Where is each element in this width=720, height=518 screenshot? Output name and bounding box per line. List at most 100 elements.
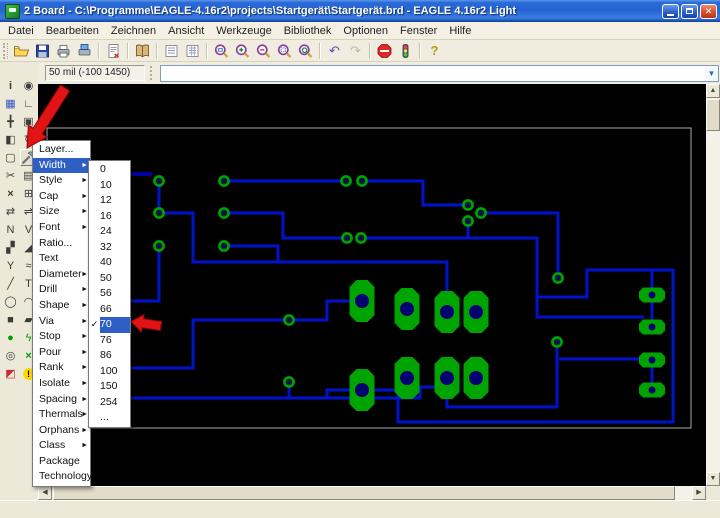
width-option-50[interactable]: 50	[89, 271, 130, 287]
menu-datei[interactable]: Datei	[2, 23, 40, 39]
restore-button[interactable]	[681, 4, 698, 19]
menu-item-orphans[interactable]: Orphans►	[33, 423, 90, 439]
move-tool-icon[interactable]: ╋	[2, 113, 19, 130]
redo-button[interactable]: ↷	[345, 41, 366, 61]
menu-bibliothek[interactable]: Bibliothek	[278, 23, 338, 39]
menu-item-stop[interactable]: Stop►	[33, 329, 90, 345]
toolbar-drag-handle[interactable]	[3, 43, 8, 59]
minimize-button[interactable]	[662, 4, 679, 19]
display-tool-icon[interactable]: ▦	[2, 95, 19, 112]
zoom-select-button[interactable]	[274, 41, 295, 61]
width-option-32[interactable]: 32	[89, 240, 130, 256]
width-option-86[interactable]: 86	[89, 348, 130, 364]
pinswap-tool-icon[interactable]: ⇄	[2, 203, 19, 220]
menu-zeichnen[interactable]: Zeichnen	[105, 23, 162, 39]
width-option-0[interactable]: 0	[89, 162, 130, 178]
circle-tool-icon[interactable]: ◯	[2, 293, 19, 310]
menu-item-font[interactable]: Font►	[33, 220, 90, 236]
library-button[interactable]	[132, 41, 153, 61]
menu-item-thermals[interactable]: Thermals►	[33, 407, 90, 423]
horizontal-scroll-thumb[interactable]	[53, 486, 675, 500]
menu-item-isolate[interactable]: Isolate►	[33, 376, 90, 392]
scroll-right-icon[interactable]: ▶	[692, 486, 706, 500]
menu-bearbeiten[interactable]: Bearbeiten	[40, 23, 105, 39]
vertical-scrollbar[interactable]: ▲ ▼	[706, 84, 720, 486]
run-script-button[interactable]	[103, 41, 124, 61]
sheet-list-button[interactable]	[182, 41, 203, 61]
delete-tool-icon[interactable]: ×	[2, 185, 19, 202]
sheet-thumbnails-button[interactable]	[161, 41, 182, 61]
commandline-drag-handle[interactable]	[150, 66, 155, 80]
group-tool-icon[interactable]: ▢	[2, 149, 19, 166]
mark-tool-icon[interactable]: ∟	[20, 95, 37, 112]
command-history-dropdown-icon[interactable]: ▼	[705, 66, 718, 81]
menu-item-pour[interactable]: Pour►	[33, 345, 90, 361]
width-option-254[interactable]: 254	[89, 395, 130, 411]
width-option-100[interactable]: 100	[89, 364, 130, 380]
help-button[interactable]: ?	[424, 41, 445, 61]
stop-button[interactable]	[374, 41, 395, 61]
width-option-70[interactable]: ✓70	[89, 317, 130, 333]
menu-item-width[interactable]: Width►	[33, 158, 90, 174]
undo-button[interactable]: ↶	[324, 41, 345, 61]
menu-item-style[interactable]: Style►	[33, 173, 90, 189]
zoom-out-button[interactable]	[253, 41, 274, 61]
via-tool-icon[interactable]: ●	[2, 329, 19, 346]
width-option-16[interactable]: 16	[89, 209, 130, 225]
name-tool-icon[interactable]: N	[2, 221, 19, 238]
vertical-scroll-thumb[interactable]	[706, 99, 720, 131]
width-option-66[interactable]: 66	[89, 302, 130, 318]
width-option-76[interactable]: 76	[89, 333, 130, 349]
menu-item-package[interactable]: Package	[33, 454, 90, 470]
hole-tool-icon[interactable]: ◎	[2, 347, 19, 364]
erc-traffic-light-button[interactable]	[395, 41, 416, 61]
menu-item-spacing[interactable]: Spacing►	[33, 392, 90, 408]
show-tool-icon[interactable]: ◉	[20, 77, 37, 94]
menu-item-shape[interactable]: Shape►	[33, 298, 90, 314]
command-input[interactable]	[161, 66, 705, 81]
menu-item-size[interactable]: Size►	[33, 204, 90, 220]
width-option-10[interactable]: 10	[89, 178, 130, 194]
wire-tool-icon[interactable]: ╱	[2, 275, 19, 292]
width-option-56[interactable]: 56	[89, 286, 130, 302]
close-button[interactable]: ✕	[700, 4, 717, 19]
cut-tool-icon[interactable]: ✂	[2, 167, 19, 184]
menu-item-cap[interactable]: Cap►	[33, 189, 90, 205]
menu-item-rank[interactable]: Rank►	[33, 360, 90, 376]
width-option-40[interactable]: 40	[89, 255, 130, 271]
menu-item-diameter[interactable]: Diameter►	[33, 267, 90, 283]
menu-item-layer[interactable]: Layer...	[33, 142, 90, 158]
smash-tool-icon[interactable]: ▞	[2, 239, 19, 256]
rect-tool-icon[interactable]: ■	[2, 311, 19, 328]
menu-item-class[interactable]: Class►	[33, 438, 90, 454]
scroll-left-icon[interactable]: ◀	[38, 486, 52, 500]
scroll-down-icon[interactable]: ▼	[706, 472, 720, 486]
width-option-24[interactable]: 24	[89, 224, 130, 240]
width-option-150[interactable]: 150	[89, 379, 130, 395]
menu-item-via[interactable]: Via►	[33, 314, 90, 330]
menu-item-text[interactable]: Text	[33, 251, 90, 267]
save-button[interactable]	[32, 41, 53, 61]
print-button[interactable]	[53, 41, 74, 61]
copy-tool-icon[interactable]: ▣	[20, 113, 37, 130]
drc-tool-icon[interactable]: ◩	[2, 365, 19, 382]
width-option-12[interactable]: 12	[89, 193, 130, 209]
split-tool-icon[interactable]: Y	[2, 257, 19, 274]
menu-werkzeuge[interactable]: Werkzeuge	[210, 23, 277, 39]
menu-item-technology[interactable]: Technology	[33, 469, 90, 485]
zoom-in-button[interactable]	[232, 41, 253, 61]
menu-optionen[interactable]: Optionen	[337, 23, 394, 39]
menu-hilfe[interactable]: Hilfe	[443, 23, 477, 39]
horizontal-scrollbar[interactable]: ◀ ▶	[38, 486, 706, 500]
menu-ansicht[interactable]: Ansicht	[162, 23, 210, 39]
menu-item-ratio[interactable]: Ratio...	[33, 236, 90, 252]
zoom-redraw-button[interactable]	[295, 41, 316, 61]
scroll-up-icon[interactable]: ▲	[706, 84, 720, 98]
menu-fenster[interactable]: Fenster	[394, 23, 443, 39]
open-button[interactable]	[11, 41, 32, 61]
cam-processor-button[interactable]	[74, 41, 95, 61]
board-canvas[interactable]	[38, 84, 706, 486]
mirror-tool-icon[interactable]: ◧	[2, 131, 19, 148]
info-tool-icon[interactable]: i	[2, 77, 19, 94]
menu-item-drill[interactable]: Drill►	[33, 282, 90, 298]
